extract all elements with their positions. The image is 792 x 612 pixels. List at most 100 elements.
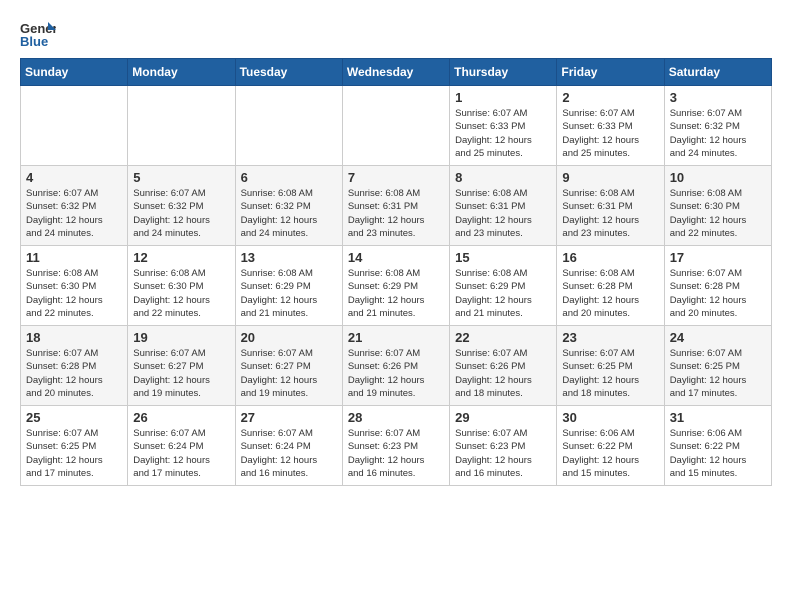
day-info: Sunrise: 6:07 AM Sunset: 6:27 PM Dayligh…	[241, 347, 337, 400]
day-cell: 16 Sunrise: 6:08 AM Sunset: 6:28 PM Dayli…	[557, 246, 664, 326]
day-info: Sunrise: 6:07 AM Sunset: 6:23 PM Dayligh…	[455, 427, 551, 480]
day-number: 24	[670, 330, 766, 345]
day-info: Sunrise: 6:07 AM Sunset: 6:28 PM Dayligh…	[26, 347, 122, 400]
day-number: 17	[670, 250, 766, 265]
col-wednesday: Wednesday	[342, 59, 449, 86]
day-cell: 25 Sunrise: 6:07 AM Sunset: 6:25 PM Dayli…	[21, 406, 128, 486]
day-cell: 5 Sunrise: 6:07 AM Sunset: 6:32 PM Daylig…	[128, 166, 235, 246]
day-number: 1	[455, 90, 551, 105]
day-cell: 29 Sunrise: 6:07 AM Sunset: 6:23 PM Dayli…	[450, 406, 557, 486]
day-cell: 27 Sunrise: 6:07 AM Sunset: 6:24 PM Dayli…	[235, 406, 342, 486]
day-cell: 11 Sunrise: 6:08 AM Sunset: 6:30 PM Dayli…	[21, 246, 128, 326]
day-number: 15	[455, 250, 551, 265]
day-cell: 22 Sunrise: 6:07 AM Sunset: 6:26 PM Dayli…	[450, 326, 557, 406]
week-row-5: 25 Sunrise: 6:07 AM Sunset: 6:25 PM Dayli…	[21, 406, 772, 486]
day-number: 11	[26, 250, 122, 265]
day-number: 5	[133, 170, 229, 185]
day-cell: 18 Sunrise: 6:07 AM Sunset: 6:28 PM Dayli…	[21, 326, 128, 406]
day-cell: 20 Sunrise: 6:07 AM Sunset: 6:27 PM Dayli…	[235, 326, 342, 406]
day-number: 4	[26, 170, 122, 185]
day-info: Sunrise: 6:07 AM Sunset: 6:25 PM Dayligh…	[670, 347, 766, 400]
col-tuesday: Tuesday	[235, 59, 342, 86]
header-row: Sunday Monday Tuesday Wednesday Thursday…	[21, 59, 772, 86]
day-cell: 10 Sunrise: 6:08 AM Sunset: 6:30 PM Dayli…	[664, 166, 771, 246]
day-number: 20	[241, 330, 337, 345]
day-cell: 23 Sunrise: 6:07 AM Sunset: 6:25 PM Dayli…	[557, 326, 664, 406]
day-cell: 19Sunrise: 6:07 AM Sunset: 6:27 PM Dayli…	[128, 326, 235, 406]
day-cell: 30 Sunrise: 6:06 AM Sunset: 6:22 PM Dayli…	[557, 406, 664, 486]
day-info: Sunrise: 6:08 AM Sunset: 6:30 PM Dayligh…	[670, 187, 766, 240]
day-number: 13	[241, 250, 337, 265]
day-info: Sunrise: 6:08 AM Sunset: 6:29 PM Dayligh…	[348, 267, 444, 320]
svg-text:Blue: Blue	[20, 34, 48, 48]
day-info: Sunrise: 6:08 AM Sunset: 6:28 PM Dayligh…	[562, 267, 658, 320]
day-number: 18	[26, 330, 122, 345]
day-number: 3	[670, 90, 766, 105]
col-saturday: Saturday	[664, 59, 771, 86]
col-sunday: Sunday	[21, 59, 128, 86]
day-info: Sunrise: 6:06 AM Sunset: 6:22 PM Dayligh…	[670, 427, 766, 480]
day-cell: 17 Sunrise: 6:07 AM Sunset: 6:28 PM Dayli…	[664, 246, 771, 326]
day-cell: 6 Sunrise: 6:08 AM Sunset: 6:32 PM Daylig…	[235, 166, 342, 246]
day-number: 25	[26, 410, 122, 425]
day-cell: 4Sunrise: 6:07 AM Sunset: 6:32 PM Daylig…	[21, 166, 128, 246]
week-row-1: 1 Sunrise: 6:07 AM Sunset: 6:33 PM Daylig…	[21, 86, 772, 166]
day-number: 26	[133, 410, 229, 425]
day-info: Sunrise: 6:08 AM Sunset: 6:29 PM Dayligh…	[455, 267, 551, 320]
day-cell: 31 Sunrise: 6:06 AM Sunset: 6:22 PM Dayli…	[664, 406, 771, 486]
day-number: 28	[348, 410, 444, 425]
logo: General Blue	[20, 20, 56, 48]
day-cell: 14 Sunrise: 6:08 AM Sunset: 6:29 PM Dayli…	[342, 246, 449, 326]
day-cell	[235, 86, 342, 166]
day-number: 19	[133, 330, 229, 345]
day-info: Sunrise: 6:07 AM Sunset: 6:26 PM Dayligh…	[348, 347, 444, 400]
day-cell: 7 Sunrise: 6:08 AM Sunset: 6:31 PM Daylig…	[342, 166, 449, 246]
col-monday: Monday	[128, 59, 235, 86]
week-row-3: 11 Sunrise: 6:08 AM Sunset: 6:30 PM Dayli…	[21, 246, 772, 326]
day-cell: 2 Sunrise: 6:07 AM Sunset: 6:33 PM Daylig…	[557, 86, 664, 166]
logo-icon: General Blue	[20, 20, 56, 48]
day-number: 30	[562, 410, 658, 425]
day-info: Sunrise: 6:08 AM Sunset: 6:30 PM Dayligh…	[133, 267, 229, 320]
day-number: 7	[348, 170, 444, 185]
day-info: Sunrise: 6:08 AM Sunset: 6:32 PM Dayligh…	[241, 187, 337, 240]
calendar-table: Sunday Monday Tuesday Wednesday Thursday…	[20, 58, 772, 486]
day-cell: 26Sunrise: 6:07 AM Sunset: 6:24 PM Dayli…	[128, 406, 235, 486]
day-cell: 15 Sunrise: 6:08 AM Sunset: 6:29 PM Dayli…	[450, 246, 557, 326]
day-info: Sunrise: 6:07 AM Sunset: 6:28 PM Dayligh…	[670, 267, 766, 320]
day-info: Sunrise: 6:07 AM Sunset: 6:24 PM Dayligh…	[241, 427, 337, 480]
day-number: 14	[348, 250, 444, 265]
day-number: 2	[562, 90, 658, 105]
day-info: Sunrise: 6:07 AM Sunset: 6:26 PM Dayligh…	[455, 347, 551, 400]
day-info: Sunrise: 6:08 AM Sunset: 6:31 PM Dayligh…	[348, 187, 444, 240]
col-friday: Friday	[557, 59, 664, 86]
day-number: 8	[455, 170, 551, 185]
day-number: 23	[562, 330, 658, 345]
day-cell: 24 Sunrise: 6:07 AM Sunset: 6:25 PM Dayli…	[664, 326, 771, 406]
day-cell: 1 Sunrise: 6:07 AM Sunset: 6:33 PM Daylig…	[450, 86, 557, 166]
day-number: 31	[670, 410, 766, 425]
day-info: Sunrise: 6:07 AM Sunset: 6:33 PM Dayligh…	[455, 107, 551, 160]
day-cell: 21Sunrise: 6:07 AM Sunset: 6:26 PM Dayli…	[342, 326, 449, 406]
day-cell: 9Sunrise: 6:08 AM Sunset: 6:31 PM Daylig…	[557, 166, 664, 246]
week-row-4: 18 Sunrise: 6:07 AM Sunset: 6:28 PM Dayli…	[21, 326, 772, 406]
day-cell	[21, 86, 128, 166]
day-number: 22	[455, 330, 551, 345]
day-info: Sunrise: 6:07 AM Sunset: 6:32 PM Dayligh…	[133, 187, 229, 240]
day-info: Sunrise: 6:06 AM Sunset: 6:22 PM Dayligh…	[562, 427, 658, 480]
day-info: Sunrise: 6:08 AM Sunset: 6:29 PM Dayligh…	[241, 267, 337, 320]
day-cell: 28 Sunrise: 6:07 AM Sunset: 6:23 PM Dayli…	[342, 406, 449, 486]
day-number: 6	[241, 170, 337, 185]
day-cell	[128, 86, 235, 166]
day-number: 29	[455, 410, 551, 425]
day-info: Sunrise: 6:08 AM Sunset: 6:30 PM Dayligh…	[26, 267, 122, 320]
day-number: 27	[241, 410, 337, 425]
day-number: 16	[562, 250, 658, 265]
day-cell: 12Sunrise: 6:08 AM Sunset: 6:30 PM Dayli…	[128, 246, 235, 326]
day-info: Sunrise: 6:07 AM Sunset: 6:25 PM Dayligh…	[26, 427, 122, 480]
day-cell: 8Sunrise: 6:08 AM Sunset: 6:31 PM Daylig…	[450, 166, 557, 246]
day-info: Sunrise: 6:07 AM Sunset: 6:23 PM Dayligh…	[348, 427, 444, 480]
day-number: 10	[670, 170, 766, 185]
day-info: Sunrise: 6:07 AM Sunset: 6:25 PM Dayligh…	[562, 347, 658, 400]
day-info: Sunrise: 6:07 AM Sunset: 6:33 PM Dayligh…	[562, 107, 658, 160]
